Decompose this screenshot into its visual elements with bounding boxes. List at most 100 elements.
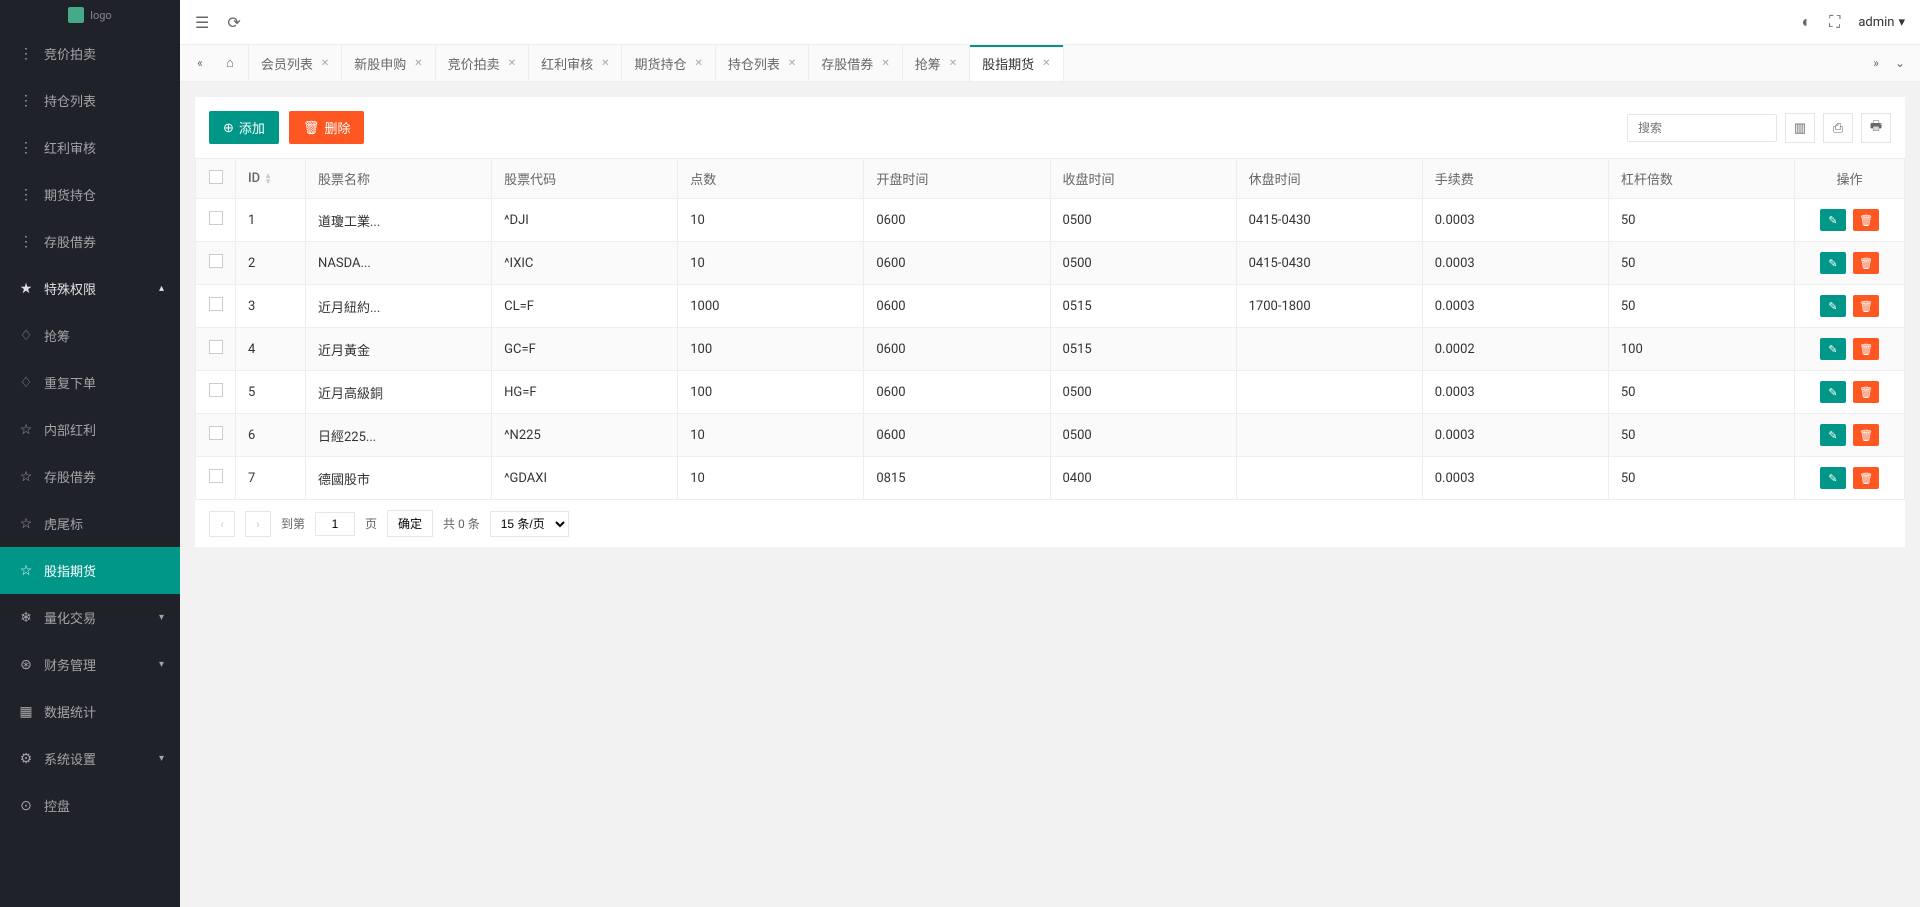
row-checkbox[interactable]: [209, 383, 223, 397]
tab[interactable]: 红利审核✕: [529, 45, 622, 81]
edit-button[interactable]: ✎: [1820, 252, 1846, 274]
column-header[interactable]: ID▲▼: [236, 159, 306, 199]
fullscreen-icon[interactable]: ⛶: [1829, 12, 1840, 32]
tab[interactable]: 股指期货✕: [970, 45, 1063, 81]
edit-button[interactable]: ✎: [1820, 338, 1846, 360]
select-all-checkbox[interactable]: [209, 170, 223, 184]
total-label: 共 0 条: [443, 515, 480, 532]
page-input[interactable]: [315, 512, 355, 536]
sort-icon: ▲▼: [264, 173, 272, 185]
refresh-icon[interactable]: ⟳: [227, 13, 240, 32]
sidebar-item[interactable]: ♢重复下单: [0, 359, 180, 406]
close-icon[interactable]: ✕: [508, 58, 516, 69]
page-prev-button[interactable]: ‹: [209, 511, 235, 537]
row-delete-button[interactable]: 🗑: [1853, 467, 1879, 489]
close-icon[interactable]: ✕: [321, 58, 329, 69]
column-header[interactable]: 股票名称: [306, 159, 492, 199]
close-icon[interactable]: ✕: [1042, 58, 1050, 69]
row-delete-button[interactable]: 🗑: [1853, 209, 1879, 231]
tab[interactable]: 持仓列表 ✕: [716, 45, 809, 81]
tab-label: 持仓列表: [728, 54, 780, 73]
sidebar-item[interactable]: ☆股指期货: [0, 547, 180, 594]
row-checkbox[interactable]: [209, 211, 223, 225]
tab[interactable]: 新股申购✕: [342, 45, 435, 81]
add-button[interactable]: ⊕ 添加: [209, 111, 279, 144]
print-button[interactable]: 🖶: [1861, 113, 1891, 143]
edit-button[interactable]: ✎: [1820, 424, 1846, 446]
sidebar-item[interactable]: ☆内部红利: [0, 406, 180, 453]
column-header[interactable]: 操作: [1795, 159, 1905, 199]
row-checkbox[interactable]: [209, 469, 223, 483]
row-checkbox[interactable]: [209, 297, 223, 311]
menu-toggle-icon[interactable]: ☰: [195, 13, 209, 32]
close-icon[interactable]: ✕: [881, 58, 889, 69]
theme-icon[interactable]: ◐: [1801, 12, 1811, 32]
column-header[interactable]: 点数: [678, 159, 864, 199]
filter-button[interactable]: ▥: [1785, 113, 1815, 143]
close-icon[interactable]: ✕: [949, 58, 957, 69]
sidebar-item[interactable]: ⊙控盘: [0, 782, 180, 829]
sidebar-item[interactable]: ⋮期货持仓: [0, 171, 180, 218]
page-confirm-button[interactable]: 确定: [387, 510, 433, 537]
cell-id: 3: [236, 285, 306, 328]
edit-button[interactable]: ✎: [1820, 295, 1846, 317]
sidebar-item[interactable]: ♢抢筹: [0, 312, 180, 359]
tab-home[interactable]: ⌂: [212, 45, 249, 81]
tabs-dropdown-icon[interactable]: ⌄: [1888, 45, 1912, 81]
tab[interactable]: 抢筹✕: [903, 45, 970, 81]
username: admin: [1858, 15, 1894, 30]
tabs-next-icon[interactable]: »: [1864, 45, 1888, 81]
user-menu[interactable]: admin ▾: [1858, 15, 1905, 30]
sidebar-item[interactable]: ⚙系统设置▾: [0, 735, 180, 782]
page-next-button[interactable]: ›: [245, 511, 271, 537]
sidebar-item[interactable]: ⋮竞价拍卖: [0, 30, 180, 77]
edit-button[interactable]: ✎: [1820, 209, 1846, 231]
tab[interactable]: 存股借券✕: [809, 45, 902, 81]
column-header[interactable]: 手续费: [1422, 159, 1608, 199]
row-checkbox[interactable]: [209, 426, 223, 440]
sidebar-item[interactable]: ❄量化交易▾: [0, 594, 180, 641]
column-header[interactable]: 开盘时间: [864, 159, 1050, 199]
sidebar-item[interactable]: ▦数据统计: [0, 688, 180, 735]
cell-fee: 0.0002: [1422, 328, 1608, 371]
trash-icon: 🗑: [1859, 343, 1873, 356]
search-input[interactable]: [1627, 114, 1777, 142]
chevron-up-icon: ▴: [159, 283, 164, 294]
per-page-select[interactable]: 15 条/页: [490, 511, 569, 537]
row-delete-button[interactable]: 🗑: [1853, 424, 1879, 446]
row-delete-button[interactable]: 🗑: [1853, 252, 1879, 274]
row-checkbox[interactable]: [209, 254, 223, 268]
chevron-down-icon: ▾: [159, 659, 164, 670]
close-icon[interactable]: ✕: [414, 58, 422, 69]
row-delete-button[interactable]: 🗑: [1853, 381, 1879, 403]
cell-points: 10: [678, 199, 864, 242]
close-icon[interactable]: ✕: [601, 58, 609, 69]
cell-fee: 0.0003: [1422, 371, 1608, 414]
sidebar-section-special[interactable]: ★ 特殊权限 ▴: [0, 265, 180, 312]
sidebar-item[interactable]: ⋮存股借券: [0, 218, 180, 265]
sidebar-item[interactable]: ☆存股借券: [0, 453, 180, 500]
sidebar-item[interactable]: ⋮红利审核: [0, 124, 180, 171]
delete-button[interactable]: 🗑 删除: [289, 111, 365, 144]
export-button[interactable]: ⎙: [1823, 113, 1853, 143]
tab[interactable]: 竞价拍卖✕: [436, 45, 529, 81]
sidebar-item[interactable]: ⋮持仓列表: [0, 77, 180, 124]
tab[interactable]: 期货持仓✕: [622, 45, 715, 81]
edit-button[interactable]: ✎: [1820, 381, 1846, 403]
close-icon[interactable]: ✕: [788, 58, 796, 69]
column-header[interactable]: 股票代码: [492, 159, 678, 199]
column-header[interactable]: 休盘时间: [1236, 159, 1422, 199]
column-header[interactable]: 收盘时间: [1050, 159, 1236, 199]
sidebar-item-label: 系统设置: [44, 749, 96, 768]
sidebar-item[interactable]: ☆虎尾标: [0, 500, 180, 547]
edit-button[interactable]: ✎: [1820, 467, 1846, 489]
column-header[interactable]: 杠杆倍数: [1608, 159, 1794, 199]
row-checkbox[interactable]: [209, 340, 223, 354]
tabs-prev-icon[interactable]: «: [188, 45, 212, 81]
row-delete-button[interactable]: 🗑: [1853, 295, 1879, 317]
sidebar-item[interactable]: ⊛财务管理▾: [0, 641, 180, 688]
tab[interactable]: 会员列表✕: [249, 45, 342, 81]
row-delete-button[interactable]: 🗑: [1853, 338, 1879, 360]
close-icon[interactable]: ✕: [695, 58, 703, 69]
cell-fee: 0.0003: [1422, 199, 1608, 242]
